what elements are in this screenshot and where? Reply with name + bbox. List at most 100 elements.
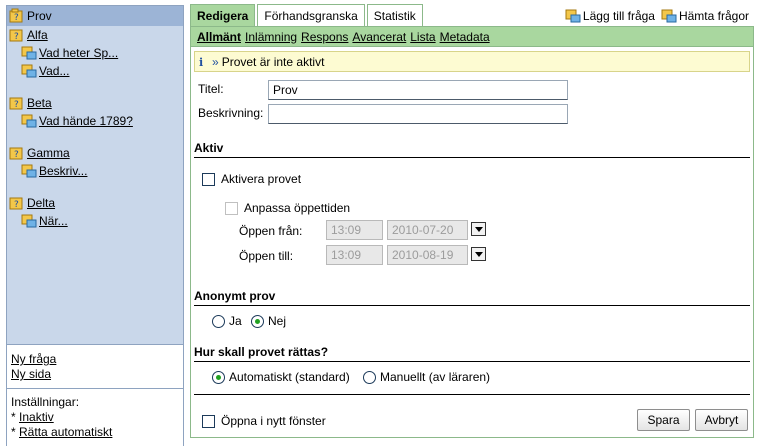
- svg-text:?: ?: [14, 32, 19, 42]
- grading-auto-label: Automatiskt (standard): [229, 370, 350, 384]
- tab-preview[interactable]: Förhandsgranska: [257, 4, 365, 26]
- page-folder-icon: ?: [9, 27, 25, 43]
- auto-grade-link[interactable]: Rätta automatiskt: [19, 425, 112, 439]
- new-question-link[interactable]: Ny fråga: [11, 352, 179, 367]
- cancel-button[interactable]: Avbryt: [695, 409, 748, 431]
- tree-folder-label[interactable]: Delta: [27, 196, 55, 210]
- question-speech-icon: [21, 113, 37, 129]
- open-from-date[interactable]: 2010-07-20: [387, 220, 468, 240]
- open-to-time[interactable]: 13:09: [326, 245, 383, 265]
- tree-folder-alfa[interactable]: ? Alfa: [7, 26, 183, 44]
- settings-heading: Inställningar:: [11, 395, 80, 409]
- section-grading-heading: Hur skall provet rättas?: [194, 345, 750, 362]
- sidebar-actions: Ny fråga Ny sida Inställningar: * Inakti…: [7, 344, 183, 447]
- section-anonymous-heading: Anonymt prov: [194, 289, 750, 306]
- activate-checkbox-row[interactable]: Aktivera provet: [202, 172, 301, 186]
- tree-root-item[interactable]: ? Prov: [7, 6, 183, 26]
- svg-text:?: ?: [14, 100, 19, 110]
- tree-question-label[interactable]: Vad...: [39, 64, 69, 78]
- tree-question-label[interactable]: Vad heter Sp...: [39, 46, 118, 60]
- bullet-prefix: *: [11, 410, 20, 424]
- add-question-label: Lägg till fråga: [582, 9, 655, 23]
- anonymous-yes-option[interactable]: Ja: [212, 314, 242, 328]
- tree-question-label[interactable]: Vad hände 1789?: [39, 114, 133, 128]
- grading-manual-radio[interactable]: [363, 370, 376, 384]
- tree-group-beta: ? Beta Vad hände 1789?: [7, 94, 183, 130]
- tree-folder-delta[interactable]: ? Delta: [7, 194, 183, 212]
- tree-question-item[interactable]: Vad...: [7, 62, 183, 80]
- subtab-bar: Allmänt Inlämning Respons Avancerat List…: [191, 27, 753, 47]
- subtab-response[interactable]: Respons: [301, 30, 348, 44]
- tree-folder-label[interactable]: Alfa: [27, 28, 48, 42]
- subtab-metadata[interactable]: Metadata: [440, 30, 490, 44]
- setting-inactive: * Inaktiv: [11, 410, 179, 425]
- anonymous-no-option[interactable]: Nej: [251, 314, 286, 328]
- tree-root-label: Prov: [27, 9, 52, 23]
- open-to-date[interactable]: 2010-08-19: [387, 245, 468, 265]
- activate-label: Aktivera provet: [221, 172, 302, 186]
- anonymous-yes-label: Ja: [229, 314, 242, 328]
- chevron-down-icon: [474, 251, 483, 257]
- adjust-hours-row[interactable]: Anpassa öppettiden: [225, 201, 350, 215]
- inactive-link[interactable]: Inaktiv: [19, 410, 54, 424]
- adjust-hours-label: Anpassa öppettiden: [244, 201, 351, 215]
- subtab-list[interactable]: Lista: [410, 30, 435, 44]
- title-input[interactable]: [268, 80, 568, 100]
- sidebar: ? Prov ? Alfa Vad heter Sp... Vad... ? B…: [6, 5, 184, 447]
- page-folder-icon: ?: [9, 145, 25, 161]
- tree-question-item[interactable]: Vad heter Sp...: [7, 44, 183, 62]
- tree-folder-gamma[interactable]: ? Gamma: [7, 144, 183, 162]
- tab-edit[interactable]: Redigera: [190, 4, 256, 27]
- top-actions: Lägg till fråga Hämta frågor: [559, 8, 749, 24]
- new-window-checkbox[interactable]: [202, 414, 215, 428]
- bullet-prefix: *: [11, 425, 20, 439]
- test-folder-icon: ?: [9, 8, 25, 24]
- svg-text:?: ?: [14, 13, 19, 23]
- fetch-questions-button[interactable]: Hämta frågor: [661, 8, 749, 24]
- save-button[interactable]: Spara: [637, 409, 690, 431]
- title-label: Titel:: [198, 82, 224, 96]
- adjust-hours-checkbox[interactable]: [225, 201, 238, 215]
- grading-auto-option[interactable]: Automatiskt (standard): [212, 370, 350, 384]
- grading-auto-radio[interactable]: [212, 370, 225, 384]
- tree-folder-label[interactable]: Beta: [27, 96, 52, 110]
- info-icon: i: [198, 54, 210, 70]
- tab-statistics[interactable]: Statistik: [366, 4, 423, 26]
- main-tabs: Redigera Förhandsgranska Statistik: [190, 4, 425, 27]
- setting-auto-grade: * Rätta automatiskt: [11, 425, 179, 440]
- anonymous-yes-radio[interactable]: [212, 314, 225, 328]
- chevron-down-icon: [474, 226, 483, 232]
- tree-question-label[interactable]: Beskriv...: [39, 164, 87, 178]
- new-window-row[interactable]: Öppna i nytt fönster: [202, 414, 326, 428]
- footer-divider: [194, 394, 750, 395]
- tree-question-label[interactable]: När...: [39, 214, 68, 228]
- inactive-notice: i » Provet är inte aktivt: [194, 51, 750, 72]
- open-from-calendar-button[interactable]: [471, 222, 486, 236]
- add-question-button[interactable]: Lägg till fråga: [565, 8, 655, 24]
- edit-panel: Allmänt Inlämning Respons Avancerat List…: [190, 26, 754, 438]
- tree-question-item[interactable]: Beskriv...: [7, 162, 183, 180]
- tree-group-gamma: ? Gamma Beskriv...: [7, 144, 183, 180]
- description-label: Beskrivning:: [198, 106, 264, 120]
- grading-manual-option[interactable]: Manuellt (av läraren): [363, 370, 490, 384]
- question-tree: ? Prov ? Alfa Vad heter Sp... Vad... ? B…: [7, 6, 183, 344]
- subtab-submission[interactable]: Inlämning: [245, 30, 297, 44]
- add-question-icon: [565, 8, 581, 24]
- description-input[interactable]: [268, 104, 568, 124]
- svg-text:?: ?: [14, 150, 19, 160]
- tree-folder-label[interactable]: Gamma: [27, 146, 70, 160]
- open-from-time[interactable]: 13:09: [326, 220, 383, 240]
- notice-text: Provet är inte aktivt: [221, 54, 325, 69]
- new-page-link[interactable]: Ny sida: [11, 367, 179, 382]
- activate-checkbox[interactable]: [202, 172, 215, 186]
- anonymous-no-radio[interactable]: [251, 314, 264, 328]
- tree-group-alfa: ? Alfa Vad heter Sp... Vad...: [7, 26, 183, 80]
- tree-question-item[interactable]: När...: [7, 212, 183, 230]
- subtab-general[interactable]: Allmänt: [197, 30, 241, 44]
- svg-text:i: i: [199, 56, 203, 69]
- open-to-calendar-button[interactable]: [471, 247, 486, 261]
- tree-folder-beta[interactable]: ? Beta: [7, 94, 183, 112]
- tree-question-item[interactable]: Vad hände 1789?: [7, 112, 183, 130]
- anonymous-no-label: Nej: [268, 314, 287, 328]
- subtab-advanced[interactable]: Avancerat: [352, 30, 406, 44]
